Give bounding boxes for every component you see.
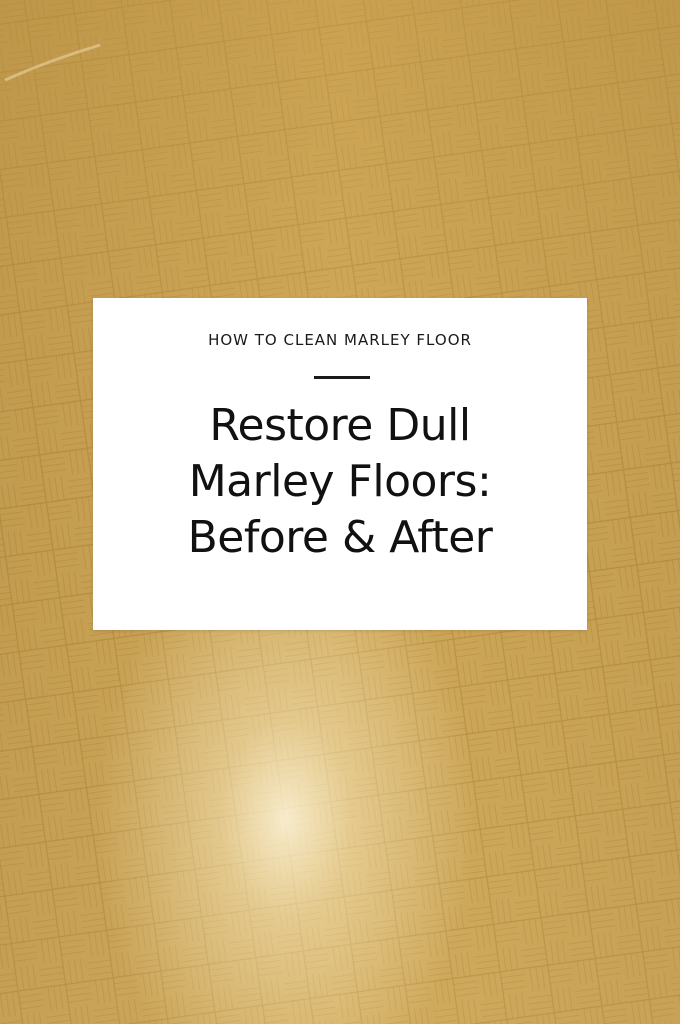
kicker-text: HOW TO CLEAN MARLEY FLOOR — [208, 331, 472, 349]
headline-line-3: Before & After — [187, 512, 493, 563]
headline-line-2: Marley Floors: — [188, 456, 492, 507]
title-card: HOW TO CLEAN MARLEY FLOOR Restore Dull M… — [93, 298, 587, 630]
headline: Restore Dull Marley Floors: Before & Aft… — [93, 398, 587, 566]
headline-line-1: Restore Dull — [209, 400, 471, 451]
divider-line — [314, 376, 370, 379]
